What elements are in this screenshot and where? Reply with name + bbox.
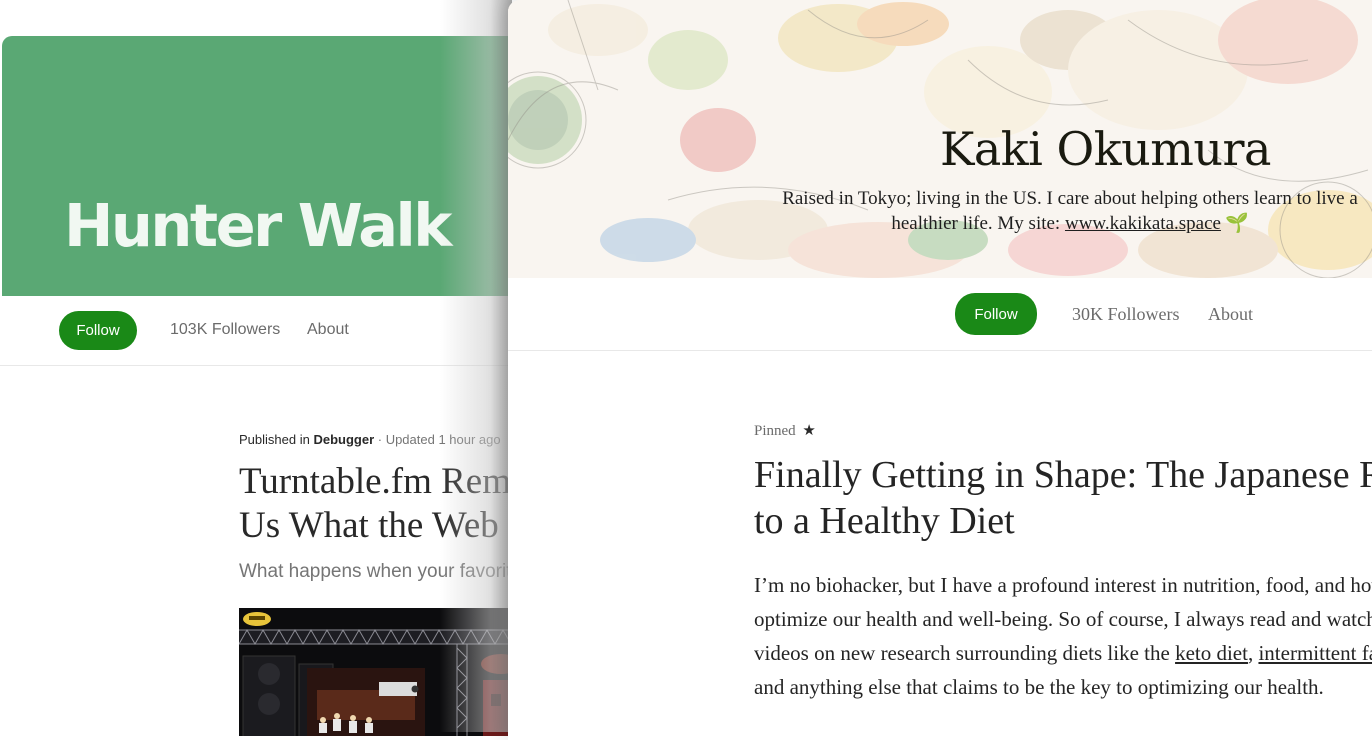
- pinned-label: Pinned ★: [754, 421, 816, 440]
- kaki-okumura-profile-window: Kaki Okumura Raised in Tokyo; living in …: [508, 0, 1372, 740]
- excerpt-separator: ,: [1247, 641, 1259, 665]
- profile-name: Hunter Walk: [64, 191, 453, 260]
- pinned-text: Pinned: [754, 423, 796, 439]
- profile-name: Kaki Okumura: [940, 122, 1271, 176]
- story-headline[interactable]: Finally Getting in Shape: The Japanese R…: [754, 452, 1372, 544]
- follow-button[interactable]: Follow: [59, 311, 137, 350]
- followers-link[interactable]: 103K Followers: [170, 321, 280, 339]
- story-meta: Published in Debugger · Updated 1 hour a…: [239, 432, 501, 447]
- profile-nav-bar: Follow 103K Followers About: [0, 296, 560, 366]
- website-link[interactable]: www.kakikata.space: [1065, 213, 1221, 234]
- turntable-stage-illustration: [239, 608, 529, 736]
- profile-nav-bar: Follow 30K Followers About: [508, 278, 1372, 351]
- updated-time: · Updated 1 hour ago: [377, 432, 501, 447]
- sprout-icon: 🌱: [1224, 213, 1249, 234]
- star-icon: ★: [802, 423, 816, 439]
- profile-header-banner: Kaki Okumura Raised in Tokyo; living in …: [508, 0, 1372, 278]
- hunter-walk-profile-window: Hunter Walk Follow 103K Followers About …: [0, 36, 560, 736]
- publication-link[interactable]: Debugger: [313, 432, 374, 447]
- published-prefix: Published in: [239, 432, 310, 447]
- profile-bio: Raised in Tokyo; living in the US. I car…: [770, 186, 1370, 236]
- story-subtitle: What happens when your favorite: [239, 561, 523, 582]
- keto-diet-link[interactable]: keto diet: [1175, 641, 1248, 665]
- profile-header-banner: Hunter Walk: [2, 36, 560, 296]
- intermittent-fasting-link[interactable]: intermittent fasting: [1258, 641, 1372, 665]
- story-excerpt: I’m no biohacker, but I have a profound …: [754, 568, 1372, 704]
- followers-link[interactable]: 30K Followers: [1072, 304, 1180, 325]
- follow-button[interactable]: Follow: [955, 293, 1037, 335]
- about-link[interactable]: About: [1208, 304, 1253, 325]
- about-link[interactable]: About: [307, 321, 349, 339]
- story-thumbnail[interactable]: [239, 608, 529, 736]
